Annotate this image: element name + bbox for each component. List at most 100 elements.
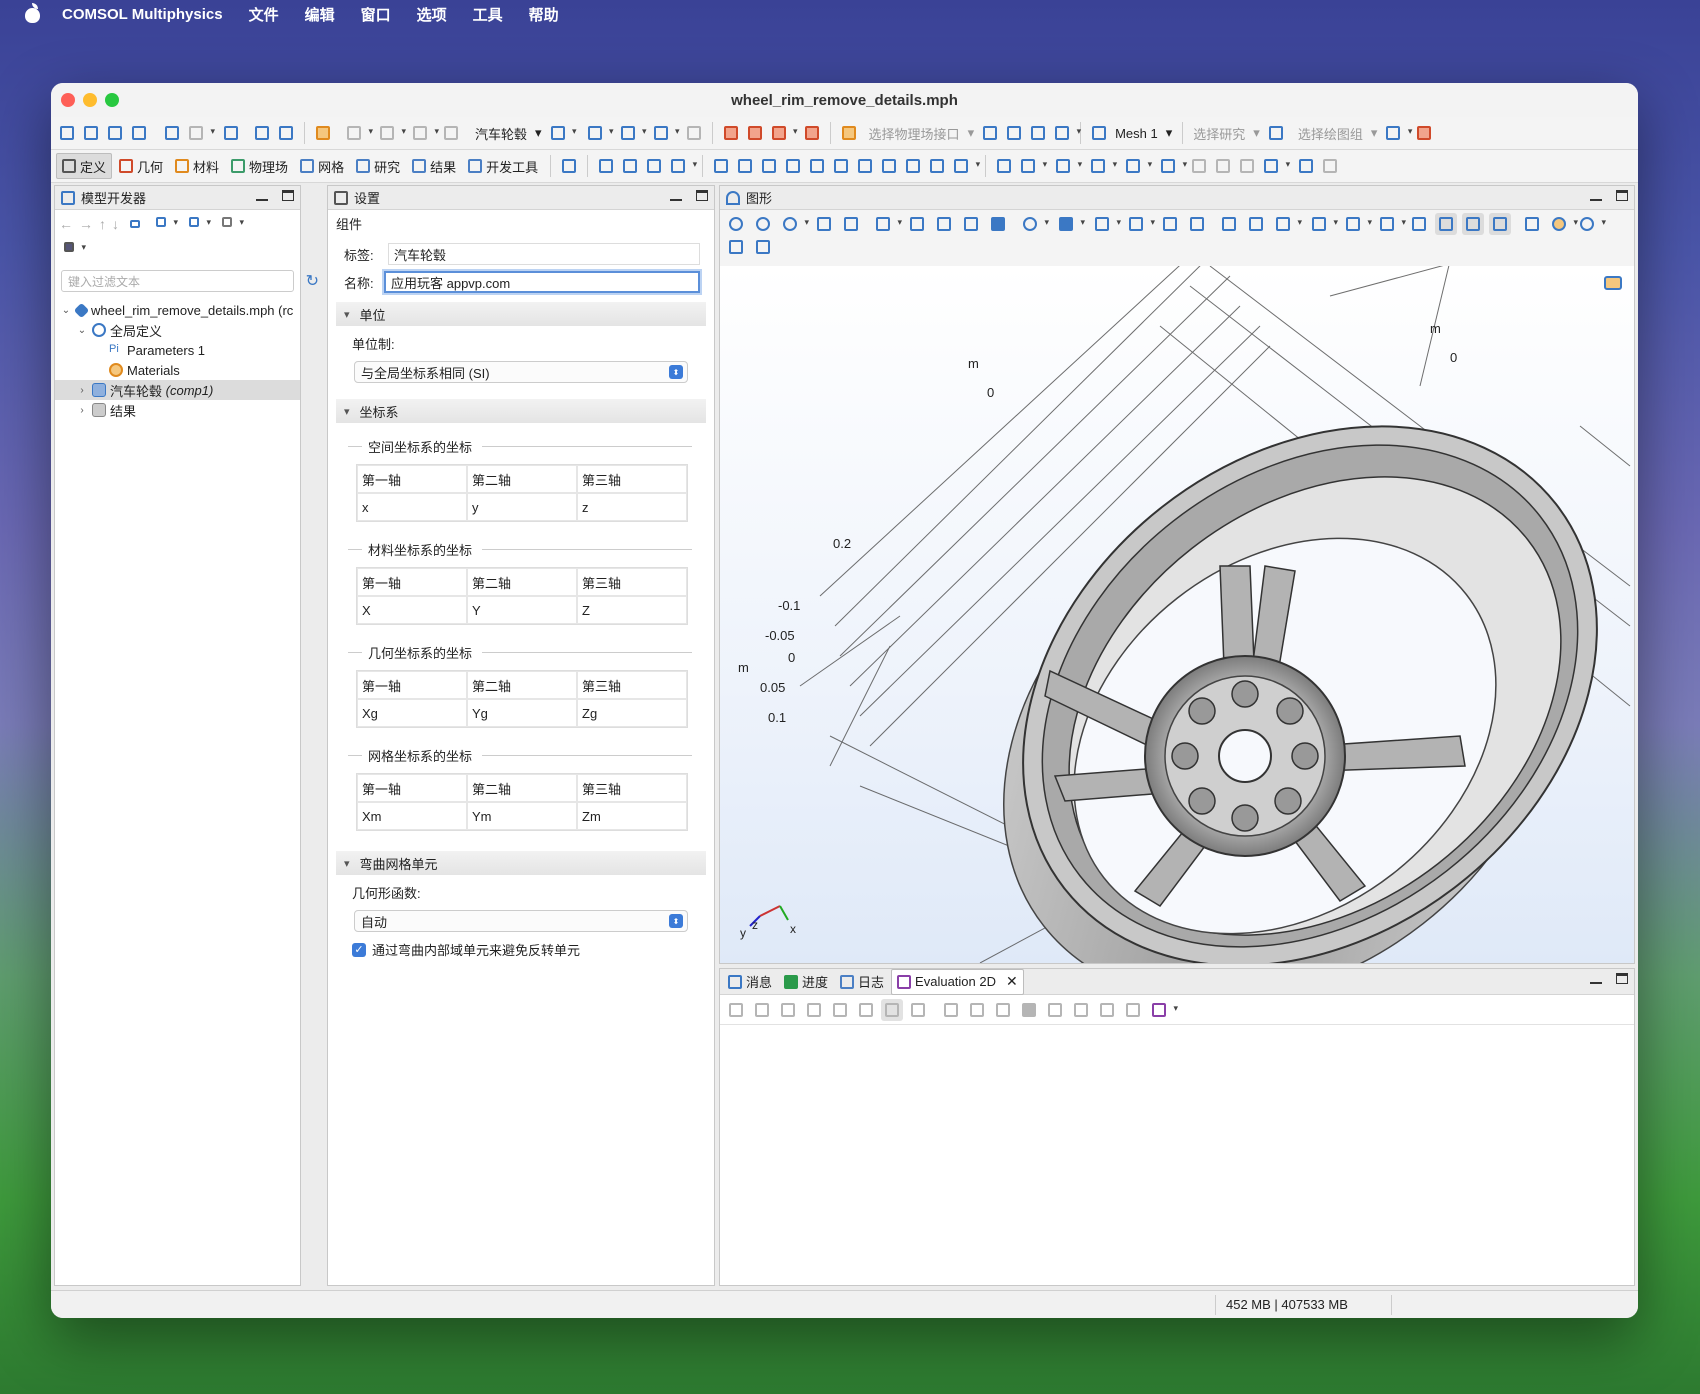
axis-view-icon[interactable] bbox=[1188, 155, 1210, 177]
clear-table-icon[interactable] bbox=[940, 999, 962, 1021]
back-icon[interactable]: ← bbox=[59, 216, 73, 232]
label-field[interactable]: 汽车轮毂 bbox=[388, 243, 700, 265]
variables-small-icon[interactable] bbox=[558, 155, 580, 177]
transparency-icon[interactable] bbox=[1308, 213, 1338, 235]
show-hidden-icon[interactable] bbox=[1245, 213, 1267, 235]
identity-pair-icon[interactable] bbox=[1122, 155, 1152, 177]
show-axis-icon[interactable] bbox=[1435, 213, 1457, 235]
minimize-icon[interactable] bbox=[1590, 190, 1602, 201]
app-menu[interactable]: COMSOL Multiphysics bbox=[62, 6, 223, 23]
mesh-icon[interactable] bbox=[1088, 122, 1110, 144]
parts-icon[interactable] bbox=[768, 122, 798, 144]
menu-help[interactable]: 帮助 bbox=[529, 4, 559, 25]
go-to-view-icon[interactable] bbox=[872, 213, 902, 235]
close-tab-icon[interactable]: ✕ bbox=[1006, 973, 1018, 990]
chart-view-icon[interactable] bbox=[1236, 155, 1258, 177]
rotate-icon[interactable] bbox=[1019, 213, 1049, 235]
close-window-button[interactable] bbox=[61, 93, 75, 107]
variables-icon[interactable] bbox=[617, 122, 647, 144]
show-grid-icon[interactable] bbox=[1462, 213, 1484, 235]
tree-item-root[interactable]: ⌄ wheel_rim_remove_details.mph (rc bbox=[55, 300, 300, 320]
tab-physics[interactable]: 物理场 bbox=[226, 153, 293, 179]
app-libraries-icon[interactable] bbox=[251, 122, 273, 144]
minimize-window-button[interactable] bbox=[83, 93, 97, 107]
minimize-icon[interactable] bbox=[670, 190, 682, 201]
color-icon[interactable] bbox=[1548, 213, 1578, 235]
redo-icon[interactable] bbox=[185, 122, 215, 144]
plot-group-dropdown[interactable]: 选择绘图组 bbox=[1298, 124, 1363, 143]
tab-progress[interactable]: 进度 bbox=[779, 969, 833, 995]
boundary-icon[interactable] bbox=[1051, 122, 1081, 144]
new-icon[interactable] bbox=[56, 122, 78, 144]
layout-icon[interactable] bbox=[881, 998, 903, 1021]
delete-table-icon[interactable] bbox=[966, 999, 988, 1021]
digits-small-icon[interactable] bbox=[855, 999, 877, 1021]
table-graph-icon[interactable] bbox=[992, 999, 1014, 1021]
view-icon[interactable] bbox=[1157, 155, 1187, 177]
digits-icon[interactable] bbox=[829, 999, 851, 1021]
list-icon[interactable] bbox=[218, 213, 244, 235]
unit-system-select[interactable]: 与全局坐标系相同 (SI) ⬍ bbox=[354, 361, 688, 383]
copy-icon[interactable] bbox=[312, 122, 334, 144]
clear-selection-icon[interactable] bbox=[1159, 213, 1181, 235]
apple-icon[interactable] bbox=[22, 3, 44, 25]
units-section[interactable]: 单位 bbox=[336, 302, 706, 326]
menu-options[interactable]: 选项 bbox=[417, 4, 447, 25]
paste-icon[interactable] bbox=[343, 122, 373, 144]
difference-selection-icon[interactable] bbox=[926, 155, 948, 177]
report-icon[interactable] bbox=[1413, 122, 1435, 144]
materials-icon[interactable] bbox=[801, 122, 823, 144]
down-icon[interactable]: ↓ bbox=[112, 216, 119, 232]
cylinder-selection-icon[interactable] bbox=[854, 155, 876, 177]
zoom-window-button[interactable] bbox=[105, 93, 119, 107]
step-function-icon[interactable] bbox=[619, 155, 641, 177]
graphics-canvas[interactable]: m 0 m 0 0.2 -0.1 -0.05 m 0 0.05 0.1 y z … bbox=[720, 266, 1634, 963]
avoid-inverted-checkbox[interactable]: ✓ 通过弯曲内部域单元来避免反转单元 bbox=[352, 940, 690, 959]
complement-selection-icon[interactable] bbox=[950, 155, 980, 177]
filter-icon[interactable] bbox=[60, 238, 86, 260]
tab-definitions[interactable]: 定义 bbox=[56, 153, 113, 179]
tree-item-materials[interactable]: Materials bbox=[55, 360, 300, 380]
import-icon[interactable] bbox=[744, 122, 766, 144]
undo-icon[interactable] bbox=[161, 122, 183, 144]
light-icon[interactable] bbox=[1295, 155, 1317, 177]
triangle-function-icon[interactable] bbox=[643, 155, 665, 177]
tree-item-results[interactable]: › 结果 bbox=[55, 400, 300, 420]
auto-precision-icon[interactable] bbox=[777, 999, 799, 1021]
clip-icon[interactable] bbox=[1319, 155, 1341, 177]
coordinate-system-icon[interactable] bbox=[1052, 155, 1082, 177]
intersection-selection-icon[interactable] bbox=[902, 155, 924, 177]
scene-icon[interactable] bbox=[1376, 213, 1406, 235]
pairs-icon[interactable] bbox=[1087, 155, 1117, 177]
default-view-icon[interactable] bbox=[987, 213, 1009, 235]
settings-table-icon[interactable] bbox=[1044, 999, 1066, 1021]
mesh-dropdown[interactable]: Mesh 1 bbox=[1115, 126, 1158, 141]
minimize-icon[interactable] bbox=[1590, 973, 1602, 984]
help-icon[interactable] bbox=[275, 122, 297, 144]
lighting-icon[interactable] bbox=[1342, 213, 1372, 235]
save-icon[interactable] bbox=[128, 122, 150, 144]
clip-plane-icon[interactable] bbox=[1521, 213, 1543, 235]
tree-item-parameters[interactable]: Pi Parameters 1 bbox=[55, 340, 300, 360]
maximize-icon[interactable] bbox=[1616, 973, 1628, 984]
table-format-icon[interactable] bbox=[1148, 999, 1178, 1021]
multiphysics-icon[interactable] bbox=[979, 122, 1001, 144]
forward-icon[interactable]: → bbox=[79, 216, 93, 232]
analytic-function-icon[interactable] bbox=[595, 155, 617, 177]
select-box-icon[interactable] bbox=[1091, 213, 1121, 235]
probe3-icon[interactable] bbox=[758, 155, 780, 177]
geometry-build-icon[interactable] bbox=[547, 122, 577, 144]
model-wizard-icon[interactable] bbox=[80, 122, 102, 144]
export-table-icon[interactable] bbox=[1096, 999, 1118, 1021]
mesh-render-icon[interactable] bbox=[1489, 213, 1511, 235]
xy-view-icon[interactable] bbox=[906, 213, 928, 235]
maximize-icon[interactable] bbox=[282, 190, 294, 201]
select-all-icon[interactable] bbox=[1125, 213, 1155, 235]
copy-table-icon[interactable] bbox=[1070, 999, 1092, 1021]
component-dropdown[interactable]: 汽车轮毂 bbox=[475, 124, 527, 143]
zoom-extents-icon[interactable] bbox=[840, 213, 862, 235]
union-selection-icon[interactable] bbox=[878, 155, 900, 177]
menu-edit[interactable]: 编辑 bbox=[305, 4, 335, 25]
print-icon[interactable] bbox=[752, 236, 774, 258]
tree-item-global-defs[interactable]: ⌄ 全局定义 bbox=[55, 320, 300, 340]
